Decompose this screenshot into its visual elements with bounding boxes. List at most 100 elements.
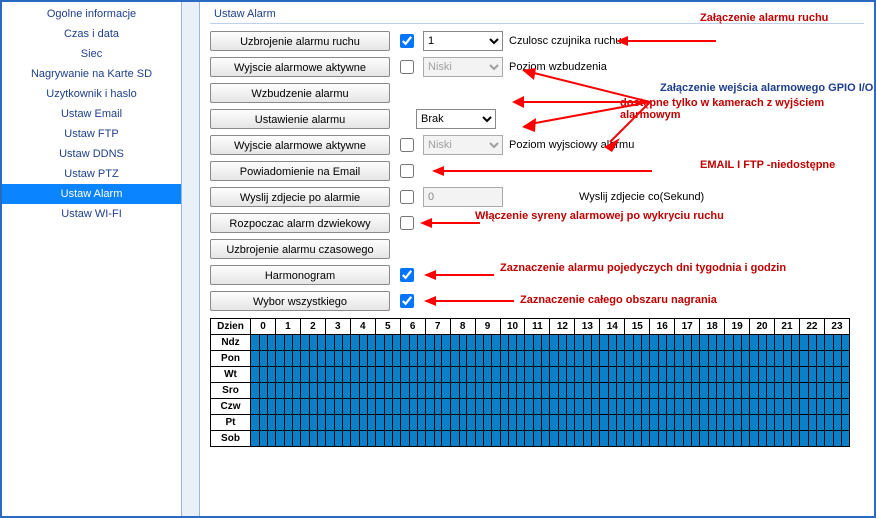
output-active-checkbox-1[interactable]	[400, 60, 414, 74]
schedule-cell[interactable]	[251, 383, 276, 399]
schedule-cell[interactable]	[525, 351, 550, 367]
schedule-cell[interactable]	[775, 351, 800, 367]
schedule-cell[interactable]	[425, 367, 450, 383]
send-photo-interval-input[interactable]	[423, 187, 503, 207]
schedule-cell[interactable]	[425, 335, 450, 351]
output-active-button-1[interactable]: Wyjscie alarmowe aktywne	[210, 57, 390, 77]
schedule-cell[interactable]	[500, 367, 525, 383]
schedule-cell[interactable]	[799, 351, 824, 367]
schedule-cell[interactable]	[450, 367, 475, 383]
schedule-cell[interactable]	[325, 399, 350, 415]
schedule-cell[interactable]	[500, 399, 525, 415]
schedule-cell[interactable]	[650, 335, 675, 351]
sidebar-item-7[interactable]: Ustaw DDNS	[2, 144, 181, 164]
schedule-cell[interactable]	[425, 399, 450, 415]
schedule-cell[interactable]	[475, 431, 500, 447]
schedule-cell[interactable]	[375, 367, 400, 383]
schedule-cell[interactable]	[650, 351, 675, 367]
sidebar-item-6[interactable]: Ustaw FTP	[2, 124, 181, 144]
schedule-cell[interactable]	[500, 383, 525, 399]
schedule-cell[interactable]	[251, 431, 276, 447]
schedule-cell[interactable]	[525, 335, 550, 351]
schedule-cell[interactable]	[775, 415, 800, 431]
email-notify-checkbox[interactable]	[400, 164, 414, 178]
schedule-cell[interactable]	[650, 383, 675, 399]
schedule-cell[interactable]	[824, 431, 849, 447]
schedule-cell[interactable]	[750, 335, 775, 351]
schedule-cell[interactable]	[350, 351, 375, 367]
schedule-cell[interactable]	[275, 431, 300, 447]
schedule-cell[interactable]	[750, 351, 775, 367]
schedule-cell[interactable]	[275, 351, 300, 367]
schedule-cell[interactable]	[350, 383, 375, 399]
schedule-cell[interactable]	[450, 431, 475, 447]
schedule-cell[interactable]	[325, 351, 350, 367]
schedule-cell[interactable]	[350, 335, 375, 351]
schedule-cell[interactable]	[725, 351, 750, 367]
schedule-cell[interactable]	[475, 367, 500, 383]
schedule-cell[interactable]	[700, 399, 725, 415]
schedule-cell[interactable]	[325, 383, 350, 399]
schedule-cell[interactable]	[300, 367, 325, 383]
schedule-cell[interactable]	[575, 399, 600, 415]
schedule-cell[interactable]	[625, 399, 650, 415]
sound-alarm-checkbox[interactable]	[400, 216, 414, 230]
schedule-cell[interactable]	[525, 431, 550, 447]
schedule-cell[interactable]	[400, 399, 425, 415]
schedule-cell[interactable]	[525, 399, 550, 415]
schedule-cell[interactable]	[775, 367, 800, 383]
schedule-cell[interactable]	[300, 335, 325, 351]
sidebar-item-1[interactable]: Czas i data	[2, 24, 181, 44]
schedule-cell[interactable]	[824, 415, 849, 431]
schedule-cell[interactable]	[575, 415, 600, 431]
sidebar-item-8[interactable]: Ustaw PTZ	[2, 164, 181, 184]
schedule-cell[interactable]	[525, 367, 550, 383]
select-all-checkbox[interactable]	[400, 294, 414, 308]
schedule-cell[interactable]	[400, 431, 425, 447]
schedule-cell[interactable]	[600, 351, 625, 367]
schedule-cell[interactable]	[550, 399, 575, 415]
schedule-cell[interactable]	[375, 399, 400, 415]
schedule-cell[interactable]	[775, 431, 800, 447]
schedule-table[interactable]: Dzien01234567891011121314151617181920212…	[210, 318, 850, 447]
schedule-cell[interactable]	[425, 431, 450, 447]
schedule-cell[interactable]	[824, 383, 849, 399]
schedule-cell[interactable]	[824, 399, 849, 415]
schedule-cell[interactable]	[675, 399, 700, 415]
schedule-cell[interactable]	[500, 351, 525, 367]
select-all-button[interactable]: Wybor wszystkiego	[210, 291, 390, 311]
schedule-cell[interactable]	[575, 351, 600, 367]
schedule-cell[interactable]	[575, 335, 600, 351]
alarm-trigger-button[interactable]: Wzbudzenie alarmu	[210, 83, 390, 103]
output-active-checkbox-2[interactable]	[400, 138, 414, 152]
alarm-setting-select[interactable]: Brak	[416, 109, 496, 129]
schedule-cell[interactable]	[450, 351, 475, 367]
schedule-cell[interactable]	[525, 415, 550, 431]
schedule-cell[interactable]	[775, 399, 800, 415]
schedule-cell[interactable]	[600, 399, 625, 415]
schedule-cell[interactable]	[824, 335, 849, 351]
email-notify-button[interactable]: Powiadomienie na Email	[210, 161, 390, 181]
schedule-cell[interactable]	[625, 415, 650, 431]
schedule-cell[interactable]	[625, 367, 650, 383]
schedule-cell[interactable]	[375, 383, 400, 399]
sidebar-item-3[interactable]: Nagrywanie na Karte SD	[2, 64, 181, 84]
schedule-cell[interactable]	[500, 335, 525, 351]
sensitivity-select[interactable]: 1	[423, 31, 503, 51]
alarm-setting-button[interactable]: Ustawienie alarmu	[210, 109, 390, 129]
schedule-cell[interactable]	[300, 351, 325, 367]
schedule-cell[interactable]	[799, 399, 824, 415]
schedule-cell[interactable]	[600, 431, 625, 447]
schedule-cell[interactable]	[775, 335, 800, 351]
schedule-cell[interactable]	[675, 351, 700, 367]
schedule-cell[interactable]	[275, 383, 300, 399]
schedule-cell[interactable]	[300, 399, 325, 415]
schedule-cell[interactable]	[550, 415, 575, 431]
motion-arm-checkbox[interactable]	[400, 34, 414, 48]
send-photo-button[interactable]: Wyslij zdjecie po alarmie	[210, 187, 390, 207]
schedule-cell[interactable]	[550, 351, 575, 367]
schedule-cell[interactable]	[700, 383, 725, 399]
schedule-cell[interactable]	[625, 383, 650, 399]
sidebar-item-0[interactable]: Ogolne informacje	[2, 4, 181, 24]
sidebar-item-2[interactable]: Siec	[2, 44, 181, 64]
